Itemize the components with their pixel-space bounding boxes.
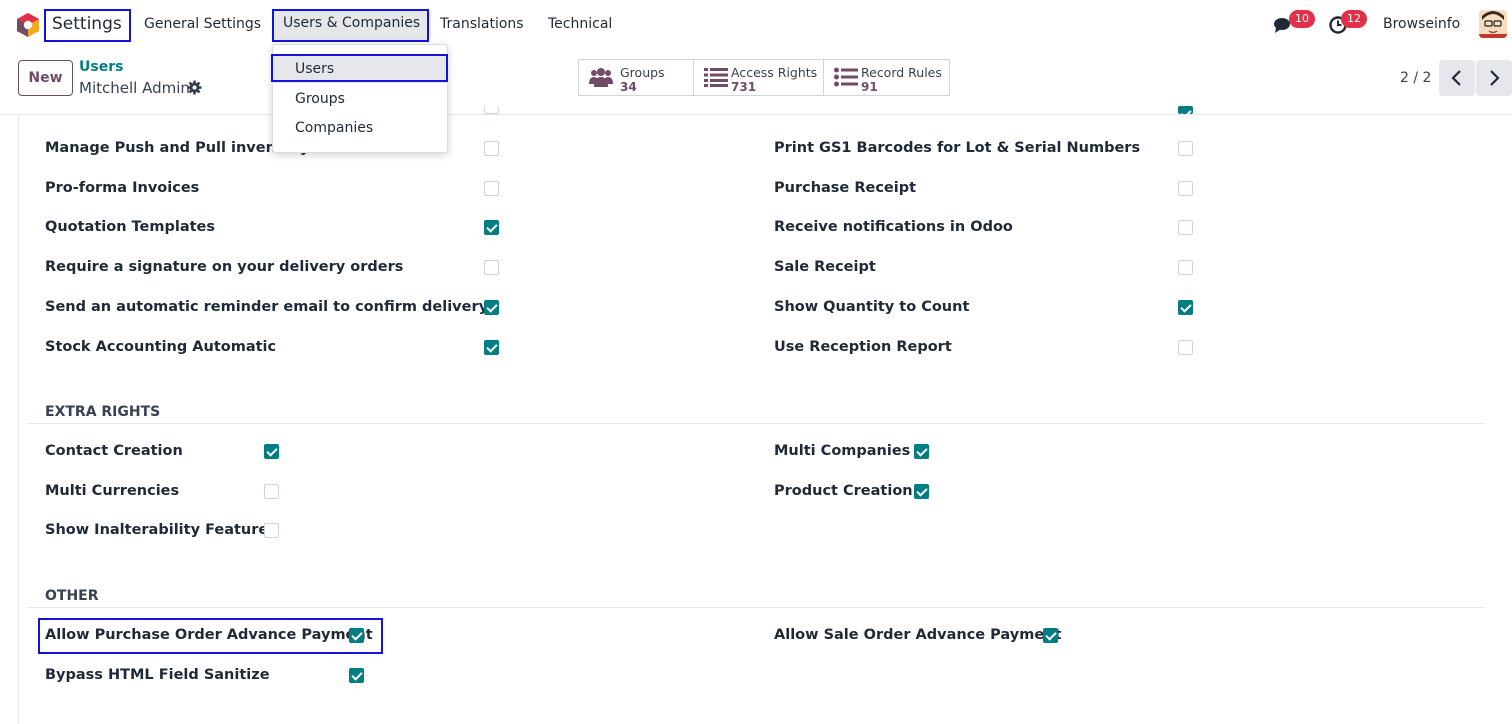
users-group-icon: [589, 68, 613, 87]
setting-checkbox[interactable]: [1178, 180, 1193, 196]
list-icon: [704, 68, 728, 87]
section-divider: [27, 423, 1485, 424]
top-navbar: Settings General Settings Users & Compan…: [0, 0, 1512, 49]
smart-button-count: 91: [861, 80, 878, 94]
odoo-settings-app-icon[interactable]: [17, 13, 39, 37]
setting-label: Allow Purchase Order Advance Payment: [45, 627, 373, 643]
setting-label: Sale Receipt: [774, 259, 876, 276]
setting-checkbox[interactable]: [1043, 628, 1058, 643]
dropdown-item-users[interactable]: Users: [273, 55, 447, 83]
messages-badge: 10: [1289, 10, 1315, 28]
setting-label: Multi Currencies: [45, 482, 180, 499]
activities-badge: 12: [1341, 10, 1367, 28]
breadcrumb-users-link[interactable]: Users: [79, 59, 123, 75]
section-divider: [27, 607, 1485, 608]
setting-label: Use Reception Report: [774, 338, 952, 355]
setting-checkbox[interactable]: [914, 444, 929, 459]
setting-label: Show Quantity to Count: [774, 298, 970, 315]
setting-checkbox[interactable]: [1178, 339, 1193, 355]
breadcrumb-current-record: Mitchell Admin: [79, 79, 190, 97]
smart-button-groups[interactable]: Groups 34: [579, 60, 693, 95]
smart-button-count: 731: [731, 80, 757, 94]
section-title-extra-rights: EXTRA RIGHTS: [45, 404, 161, 420]
list-ul-icon: [834, 67, 858, 87]
pager-next-button[interactable]: [1476, 60, 1512, 96]
setting-checkbox[interactable]: [914, 483, 929, 499]
setting-checkbox[interactable]: [484, 339, 499, 355]
smart-button-label: Access Rights: [731, 65, 818, 80]
chevron-right-icon: [1490, 70, 1500, 86]
setting-checkbox[interactable]: [349, 667, 364, 683]
setting-label: Require a signature on your delivery ord…: [45, 259, 404, 276]
setting-label: Contact Creation: [45, 443, 183, 459]
pager-previous-button[interactable]: [1439, 60, 1475, 96]
smart-button-count: 34: [620, 80, 637, 94]
menu-users-companies[interactable]: Users & Companies: [272, 10, 432, 40]
section-title-other: OTHER: [45, 588, 99, 604]
setting-checkbox[interactable]: [484, 299, 499, 315]
menu-general-settings[interactable]: General Settings: [144, 16, 261, 32]
setting-label: Bypass HTML Field Sanitize: [45, 666, 270, 683]
setting-checkbox[interactable]: [484, 141, 499, 156]
checkbox-partial[interactable]: [484, 106, 499, 114]
control-panel: New Users Mitchell Admin Groups 34 Acces…: [0, 49, 1512, 115]
menu-technical[interactable]: Technical: [548, 16, 612, 32]
setting-checkbox[interactable]: [1178, 299, 1193, 315]
setting-checkbox[interactable]: [484, 220, 499, 236]
setting-checkbox[interactable]: [264, 444, 279, 459]
setting-label: Show Inalterability Features: [45, 522, 277, 538]
setting-checkbox[interactable]: [484, 180, 499, 196]
checkbox-partial[interactable]: [1178, 106, 1193, 114]
setting-checkbox[interactable]: [349, 628, 364, 643]
company-switcher[interactable]: Browseinfo: [1383, 16, 1460, 32]
setting-checkbox[interactable]: [1178, 260, 1193, 276]
setting-checkbox[interactable]: [264, 483, 279, 499]
menu-translations[interactable]: Translations: [440, 16, 524, 32]
users-companies-dropdown: Users Groups Companies: [272, 44, 448, 153]
setting-checkbox[interactable]: [1178, 141, 1193, 156]
setting-label: Receive notifications in Odoo: [774, 219, 1013, 236]
smart-button-label: Record Rules: [861, 65, 942, 80]
chevron-left-icon: [1451, 70, 1461, 86]
setting-label: Quotation Templates: [45, 219, 215, 236]
smart-button-record-rules[interactable]: Record Rules 91: [823, 60, 949, 95]
app-title[interactable]: Settings: [52, 14, 122, 34]
setting-checkbox[interactable]: [264, 523, 279, 538]
setting-label: Stock Accounting Automatic: [45, 338, 277, 355]
avatar-face-icon: [1479, 10, 1507, 38]
setting-label: Pro-forma Invoices: [45, 179, 200, 196]
setting-label: Purchase Receipt: [774, 179, 917, 196]
smart-button-access-rights[interactable]: Access Rights 731: [693, 60, 823, 95]
smart-button-label: Groups: [620, 65, 665, 80]
pager-value[interactable]: 2 / 2: [1400, 70, 1431, 86]
setting-label: Send an automatic reminder email to conf…: [45, 298, 489, 315]
gear-icon[interactable]: [187, 80, 202, 95]
dropdown-item-groups[interactable]: Groups: [273, 85, 447, 113]
setting-label: Multi Companies: [774, 443, 911, 459]
new-button[interactable]: New: [18, 60, 73, 96]
setting-label: Print GS1 Barcodes for Lot & Serial Numb…: [774, 140, 1141, 156]
user-avatar[interactable]: [1479, 10, 1507, 38]
setting-checkbox[interactable]: [1178, 220, 1193, 236]
setting-label: Allow Sale Order Advance Payment: [774, 627, 1062, 643]
smart-buttons: Groups 34 Access Rights 731 Record Rules…: [578, 59, 950, 96]
setting-checkbox[interactable]: [484, 260, 499, 276]
setting-label: Product Creation: [774, 482, 913, 499]
dropdown-item-companies[interactable]: Companies: [273, 114, 447, 142]
